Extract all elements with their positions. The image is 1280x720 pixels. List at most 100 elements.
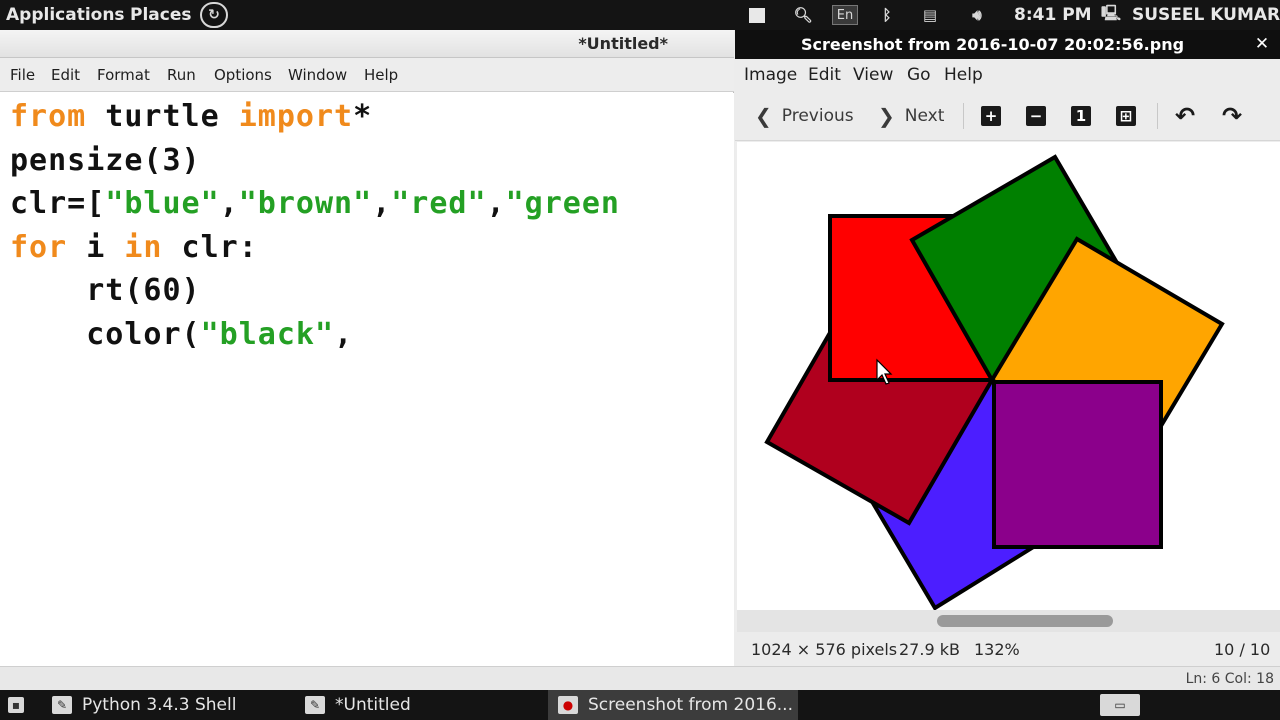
- code-text: turtle: [86, 99, 239, 134]
- code-editor[interactable]: from turtle import* pensize(3) clr=["blu…: [0, 93, 734, 666]
- string-literal: "green: [505, 186, 620, 221]
- bottom-taskbar: ▪ ✎ Python 3.4.3 Shell ✎ *Untitled ● Scr…: [0, 690, 1280, 720]
- menu-help[interactable]: Help: [364, 58, 398, 92]
- editor-menubar: File Edit Format Run Options Window Help: [0, 58, 734, 92]
- menu-run[interactable]: Run: [167, 58, 196, 92]
- keyword-for: for: [10, 230, 68, 265]
- code-text: ,: [334, 317, 354, 352]
- previous-button[interactable]: ❮ Previous: [755, 99, 854, 133]
- code-text: ,: [486, 186, 506, 221]
- python-file-icon: ✎: [52, 696, 72, 714]
- workspace-icon: ▭: [1100, 694, 1140, 716]
- menu-format[interactable]: Format: [97, 58, 150, 92]
- previous-label: Previous: [781, 106, 854, 126]
- user-computer-icon[interactable]: 🖳: [1098, 4, 1124, 25]
- normal-size-button[interactable]: 1: [1071, 99, 1091, 133]
- image-position: 10 / 10: [1214, 640, 1271, 659]
- zoom-level: 132%: [974, 640, 1020, 659]
- viewer-menu-help[interactable]: Help: [944, 59, 983, 91]
- viewer-title: Screenshot from 2016-10-07 20:02:56.png: [800, 35, 1185, 54]
- code-text: ,: [219, 186, 239, 221]
- next-label: Next: [904, 106, 945, 126]
- window-icon[interactable]: [748, 5, 766, 25]
- best-fit-icon: ⊞: [1116, 106, 1136, 126]
- menu-options[interactable]: Options: [214, 58, 272, 92]
- image-viewer-window: Screenshot from 2016-10-07 20:02:56.png …: [735, 30, 1280, 672]
- update-icon[interactable]: ↻: [200, 2, 228, 28]
- idle-editor-window: *Untitled* File Edit Format Run Options …: [0, 30, 734, 666]
- workspace-switcher[interactable]: ▭: [1100, 690, 1140, 720]
- viewer-menu-view[interactable]: View: [853, 59, 893, 91]
- menu-file[interactable]: File: [10, 58, 35, 92]
- string-literal: "red": [391, 186, 487, 221]
- turtle-drawing-image: [764, 154, 1225, 610]
- show-desktop-button[interactable]: ▪: [8, 690, 24, 720]
- code-line-4: for i in clr:: [10, 230, 258, 265]
- applications-menu[interactable]: Applications: [6, 0, 125, 30]
- code-text: i: [67, 230, 125, 265]
- horizontal-scrollbar[interactable]: [737, 610, 1280, 632]
- viewer-titlebar[interactable]: Screenshot from 2016-10-07 20:02:56.png …: [735, 30, 1280, 59]
- editor-titlebar[interactable]: *Untitled*: [0, 30, 734, 58]
- image-dimensions: 1024 × 576 pixels: [751, 640, 898, 659]
- viewer-menu-edit[interactable]: Edit: [808, 59, 841, 91]
- keyword-in: in: [124, 230, 163, 265]
- close-icon[interactable]: ✕: [1252, 34, 1272, 54]
- taskbar-item-label: Python 3.4.3 Shell: [82, 695, 237, 715]
- zoom-in-button[interactable]: +: [981, 99, 1001, 133]
- top-panel: Applications Places ↻ 🔍︎ En ᛒ ▤ 🔊︎ 8:41 …: [0, 0, 1280, 30]
- editor-statusbar: Ln: 6 Col: 18: [0, 666, 1280, 690]
- rotate-right-button[interactable]: ↷: [1222, 99, 1242, 133]
- clock[interactable]: 8:41 PM: [1014, 0, 1092, 30]
- best-fit-button[interactable]: ⊞: [1116, 99, 1136, 133]
- string-literal: "brown": [238, 186, 373, 221]
- chevron-left-icon: ❮: [755, 104, 772, 128]
- taskbar-item-label: Screenshot from 2016...: [588, 695, 793, 715]
- zoom-out-button[interactable]: −: [1026, 99, 1046, 133]
- rotate-left-button[interactable]: ↶: [1175, 99, 1195, 133]
- zoom-in-icon: +: [981, 106, 1001, 126]
- bluetooth-icon[interactable]: ᛒ: [876, 5, 898, 25]
- clipboard-icon[interactable]: ▤: [918, 5, 942, 25]
- zoom-out-icon: −: [1026, 106, 1046, 126]
- code-text: clr=[: [10, 186, 106, 221]
- keyword-from: from: [10, 99, 87, 134]
- keyword-import: import: [238, 99, 354, 134]
- code-text: *: [353, 99, 373, 134]
- volume-icon[interactable]: 🔊︎: [962, 5, 992, 25]
- code-line-3: clr=["blue","brown","red","green: [10, 186, 620, 221]
- viewer-menubar: Image Edit View Go Help: [735, 59, 1280, 91]
- next-button[interactable]: ❯ Next: [878, 99, 944, 133]
- image-file-icon: ●: [558, 696, 578, 714]
- editor-title: *Untitled*: [578, 34, 668, 53]
- taskbar-item-python-shell[interactable]: ✎ Python 3.4.3 Shell: [52, 690, 248, 720]
- python-file-icon: ✎: [305, 696, 325, 714]
- chevron-right-icon: ❯: [878, 104, 895, 128]
- image-file-size: 27.9 kB: [899, 640, 960, 659]
- cursor-position: Ln: 6 Col: 18: [1185, 671, 1274, 687]
- viewer-menu-image[interactable]: Image: [744, 59, 797, 91]
- toolbar-separator: [1157, 103, 1158, 129]
- purple-square: [992, 380, 1163, 549]
- string-literal: "blue": [105, 186, 220, 221]
- code-text: ,: [372, 186, 392, 221]
- taskbar-item-screenshot-viewer[interactable]: ● Screenshot from 2016...: [548, 690, 798, 720]
- taskbar-item-untitled[interactable]: ✎ *Untitled: [305, 690, 423, 720]
- taskbar-item-label: *Untitled: [335, 695, 411, 715]
- scrollbar-thumb[interactable]: [937, 615, 1113, 627]
- string-literal: "black": [200, 317, 335, 352]
- user-name[interactable]: SUSEEL KUMAR: [1132, 0, 1280, 30]
- places-menu[interactable]: Places: [130, 0, 191, 30]
- code-line-1: from turtle import*: [10, 99, 372, 134]
- code-text: color(: [10, 317, 201, 352]
- viewer-toolbar: ❮ Previous ❯ Next + − 1 ⊞ ↶ ↷: [735, 91, 1280, 141]
- menu-window[interactable]: Window: [288, 58, 347, 92]
- search-icon[interactable]: 🔍︎: [792, 5, 814, 25]
- menu-edit[interactable]: Edit: [51, 58, 80, 92]
- desktop-icon: ▪: [8, 697, 24, 713]
- code-line-6: color("black",: [10, 317, 353, 352]
- image-canvas[interactable]: [737, 142, 1280, 610]
- code-text: clr:: [162, 230, 258, 265]
- viewer-menu-go[interactable]: Go: [907, 59, 931, 91]
- keyboard-layout-indicator[interactable]: En: [832, 5, 858, 25]
